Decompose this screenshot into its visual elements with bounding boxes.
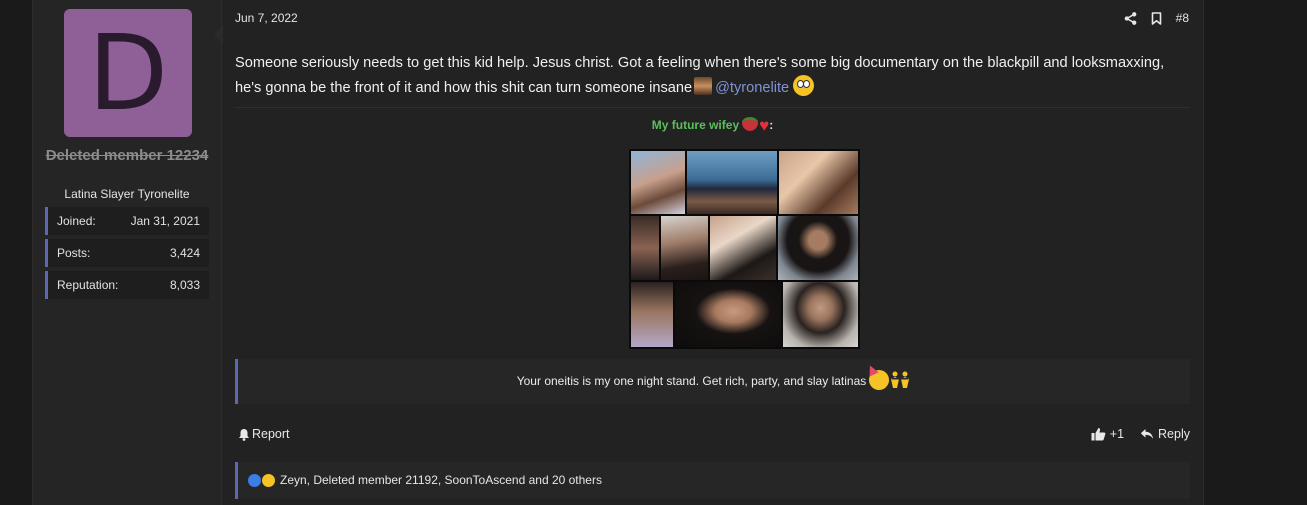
stat-reputation: Reputation: 8,033 — [45, 271, 209, 299]
page: D Deleted member 12234 Latina Slayer Tyr… — [0, 0, 1307, 505]
report-button[interactable]: Report — [238, 427, 290, 441]
collage-photo — [687, 151, 777, 214]
share-icon[interactable] — [1124, 11, 1137, 25]
dancers-icon — [889, 364, 911, 388]
heart-icon: ♥ — [759, 116, 770, 135]
reply-icon — [1140, 428, 1154, 440]
collage-photo — [661, 216, 708, 280]
like-reaction-icon — [248, 474, 261, 487]
stat-value: 3,424 — [169, 246, 200, 260]
like-button[interactable]: +1 — [1091, 427, 1124, 441]
reply-label: Reply — [1158, 427, 1190, 441]
stat-label: Reputation: — [57, 278, 119, 292]
avatar[interactable]: D — [64, 9, 192, 137]
mention-link[interactable]: @tyronelite — [715, 80, 789, 96]
username[interactable]: Deleted member 12234 — [33, 146, 221, 165]
collage-photo — [779, 151, 858, 214]
post-footer-actions: +1 Reply — [1091, 427, 1190, 441]
stat-label: Joined: — [57, 214, 96, 228]
stat-joined: Joined: Jan 31, 2021 — [45, 207, 209, 235]
like-count: +1 — [1109, 427, 1125, 441]
reply-button[interactable]: Reply — [1140, 427, 1190, 441]
party-face-icon — [869, 370, 890, 390]
flushed-emoji-icon — [793, 75, 815, 96]
collage-photo — [631, 216, 659, 280]
post-date[interactable]: Jun 7, 2022 — [235, 11, 298, 25]
post-number[interactable]: #8 — [1176, 11, 1189, 25]
post-footer: Report +1 Reply — [235, 426, 1190, 446]
laugh-reaction-icon — [262, 474, 275, 487]
stat-value: 8,033 — [169, 278, 200, 292]
reactions-text[interactable]: Zeyn, Deleted member 21192, SoonToAscend… — [280, 462, 602, 499]
collage-photo — [631, 151, 685, 214]
collage-photo — [783, 282, 858, 347]
signature-collage-image — [629, 149, 860, 349]
strawberry-icon — [742, 117, 759, 131]
stat-posts: Posts: 3,424 — [45, 239, 209, 267]
collage-photo — [631, 282, 673, 347]
collage-photo — [675, 282, 781, 347]
signature-quote: Your oneitis is my one night stand. Get … — [235, 359, 1190, 404]
message-main: Jun 7, 2022 #8 Someone seriously needs t… — [222, 0, 1203, 505]
post-actions: #8 — [1124, 9, 1189, 27]
collage-photo — [778, 216, 858, 280]
thumbs-up-icon — [1091, 427, 1106, 441]
reactions-bar[interactable]: Zeyn, Deleted member 21192, SoonToAscend… — [235, 462, 1190, 499]
signature-quote-text: Your oneitis is my one night stand. Get … — [516, 374, 867, 388]
forum-post: D Deleted member 12234 Latina Slayer Tyr… — [32, 0, 1204, 505]
signature-heading-colon: : — [769, 118, 774, 132]
collage-photo — [710, 216, 776, 280]
stat-label: Posts: — [57, 246, 91, 260]
signature-heading-text: My future wifey — [651, 118, 740, 132]
message-body: Someone seriously needs to get this kid … — [235, 52, 1190, 100]
bell-icon — [238, 428, 250, 441]
bookmark-icon[interactable] — [1151, 11, 1162, 25]
mention-avatar — [694, 77, 713, 95]
signature-divider — [235, 107, 1190, 108]
report-label: Report — [252, 427, 290, 441]
user-sidebar: D Deleted member 12234 Latina Slayer Tyr… — [33, 0, 222, 505]
user-title: Latina Slayer Tyronelite — [64, 187, 190, 201]
stat-value: Jan 31, 2021 — [130, 214, 200, 228]
signature-heading: My future wifey ♥: — [235, 116, 1190, 135]
